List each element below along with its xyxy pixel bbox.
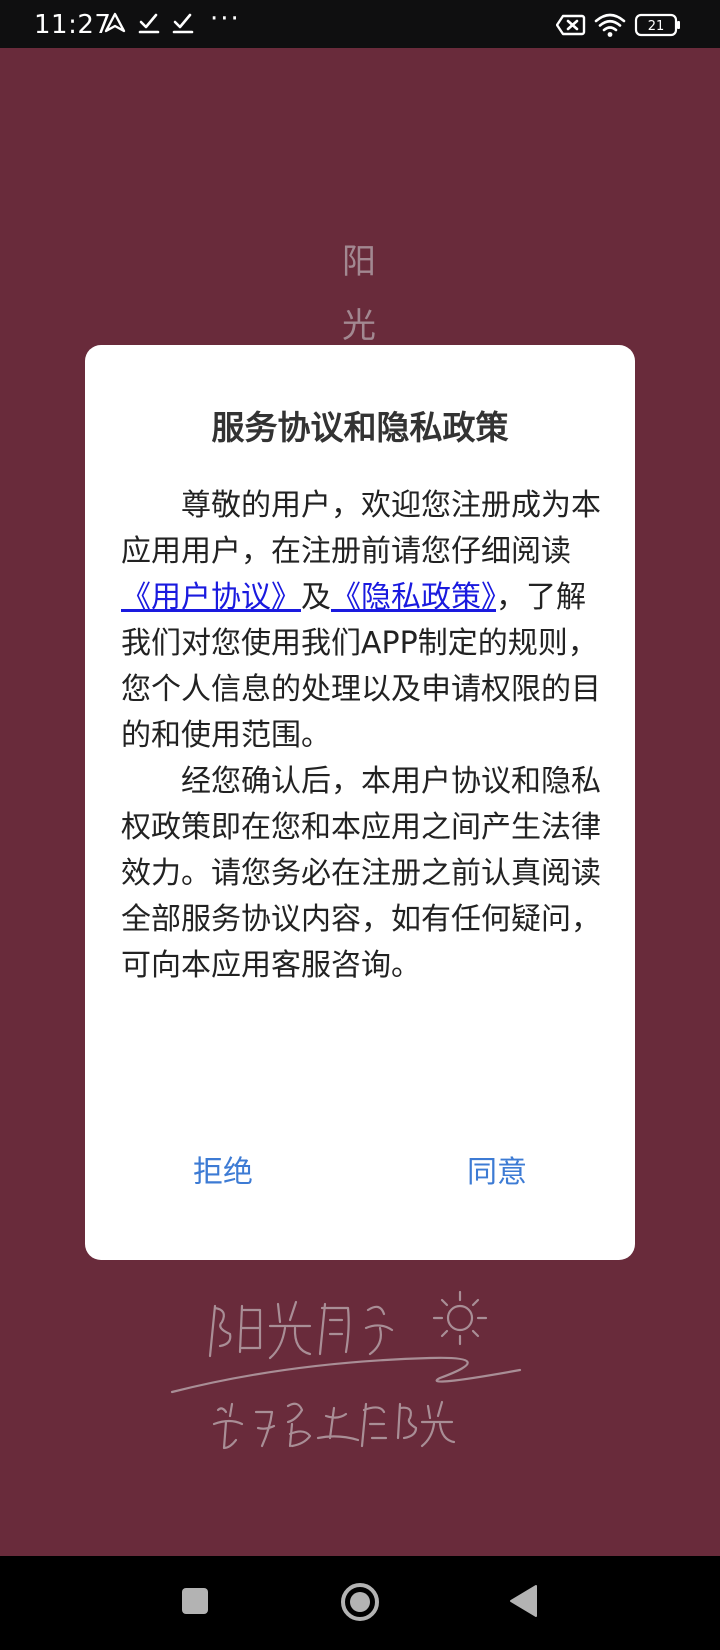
- download-check-icon: [138, 13, 160, 34]
- status-more-icon: ···: [210, 4, 241, 34]
- navigation-bar: [0, 1556, 720, 1650]
- dialog-paragraph-2: 经您确认后，本用户协议和隐私权政策即在您和本应用之间产生法律效力。请您务必在注册…: [121, 764, 601, 983]
- dialog-text: 尊敬的用户，欢迎您注册成为本应用用户，在注册前请您仔细阅读: [121, 488, 601, 569]
- location-arrow-icon: [104, 12, 126, 33]
- splash-title-char: 光: [342, 306, 376, 346]
- privacy-dialog: 服务协议和隐私政策 尊敬的用户，欢迎您注册成为本应用用户，在注册前请您仔细阅读《…: [85, 345, 635, 1260]
- status-bar: 11:27 ··· 21: [0, 0, 720, 48]
- dialog-paragraph-1: 尊敬的用户，欢迎您注册成为本应用用户，在注册前请您仔细阅读《用户协议》及《隐私政…: [121, 483, 611, 759]
- dialog-body: 尊敬的用户，欢迎您注册成为本应用用户，在注册前请您仔细阅读《用户协议》及《隐私政…: [121, 483, 611, 989]
- user-agreement-link[interactable]: 《用户协议》: [121, 580, 301, 615]
- status-time: 11:27: [34, 10, 112, 40]
- download-check-icon: [172, 13, 194, 34]
- splash-handwritten-logo: [170, 1290, 522, 1450]
- battery-level: 21: [648, 19, 665, 34]
- recent-apps-button[interactable]: [180, 1586, 210, 1616]
- battery-icon: 21: [634, 13, 680, 37]
- wifi-icon: [594, 13, 626, 37]
- privacy-policy-link[interactable]: 《隐私政策》: [331, 580, 496, 615]
- no-sim-icon: [556, 14, 586, 36]
- dialog-text: 及: [301, 580, 331, 615]
- splash-title-char: 阳: [342, 242, 376, 282]
- back-button[interactable]: [508, 1584, 540, 1618]
- home-button[interactable]: [340, 1582, 380, 1622]
- agree-button[interactable]: 同意: [467, 1147, 527, 1191]
- reject-button[interactable]: 拒绝: [193, 1147, 253, 1191]
- dialog-title: 服务协议和隐私政策: [211, 408, 509, 447]
